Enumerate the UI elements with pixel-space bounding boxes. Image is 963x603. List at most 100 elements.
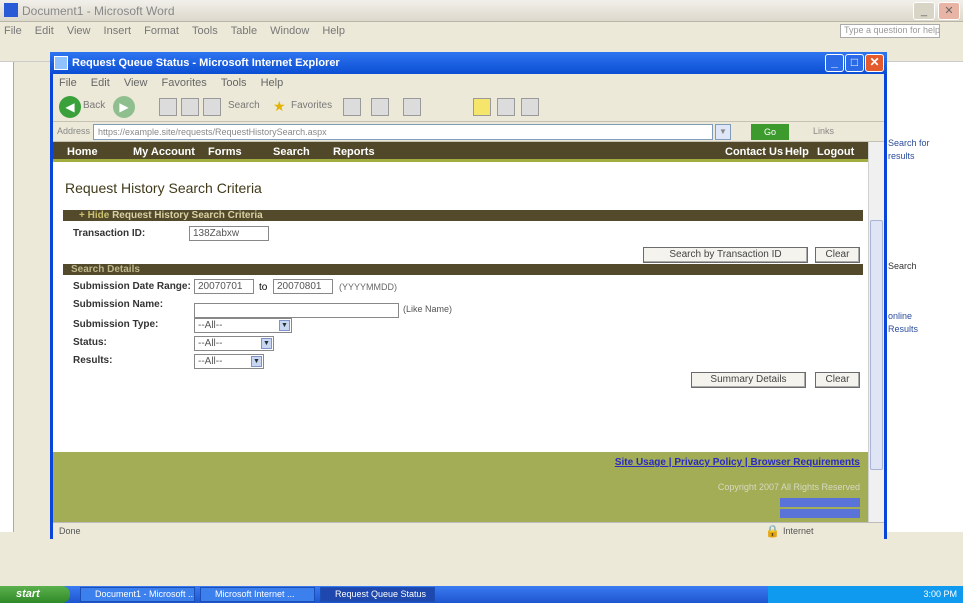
chevron-down-icon: ▼ [279, 320, 290, 331]
address-dropdown-icon[interactable]: ▼ [715, 124, 731, 140]
ie-toolbar: ◀ Back ▶ Search ★ Favorites [53, 92, 884, 122]
search-toolbar-button[interactable]: Search [228, 100, 260, 111]
outer-menu-file[interactable]: File [4, 25, 22, 37]
section-details-bar: Search Details [63, 264, 863, 275]
transaction-id-input[interactable]: 138Zabxw [189, 226, 269, 241]
back-label[interactable]: Back [83, 100, 105, 111]
outer-menu-format[interactable]: Format [144, 25, 179, 37]
ie-menu-view[interactable]: View [124, 77, 148, 89]
nav-my-account[interactable]: My Account [133, 146, 195, 158]
footer-links[interactable]: Site Usage | Privacy Policy | Browser Re… [615, 457, 860, 468]
outer-minimize-button[interactable]: _ [913, 2, 935, 20]
nav-home[interactable]: Home [67, 146, 98, 158]
status-text: Done [59, 526, 81, 536]
refresh-icon[interactable] [181, 98, 199, 116]
lock-icon: 🔒 [765, 524, 780, 538]
task-pane-item[interactable]: Search for [888, 138, 959, 148]
scrollbar-thumb[interactable] [870, 220, 883, 470]
nav-help[interactable]: Help [785, 146, 809, 158]
page-scrollbar[interactable] [868, 142, 884, 522]
task-pane-item[interactable]: Search [888, 261, 959, 271]
date-from-input[interactable]: 20070701 [194, 279, 254, 294]
task-pane-item[interactable]: Results [888, 324, 959, 334]
clear-details-button[interactable]: Clear [815, 372, 860, 388]
results-value: --All-- [198, 356, 223, 367]
clear-transaction-button[interactable]: Clear [815, 247, 860, 263]
chevron-down-icon: ▼ [261, 338, 272, 349]
favorites-toolbar-button[interactable]: Favorites [291, 100, 332, 111]
research-icon[interactable] [497, 98, 515, 116]
history-icon[interactable] [343, 98, 361, 116]
outer-menu-tools[interactable]: Tools [192, 25, 218, 37]
outer-menu-edit[interactable]: Edit [35, 25, 54, 37]
date-to-input[interactable]: 20070801 [273, 279, 333, 294]
section-criteria-bar: + Hide Request History Search Criteria [63, 210, 863, 221]
zone-text: Internet [783, 526, 814, 536]
vertical-ruler [0, 62, 14, 532]
stop-icon[interactable] [159, 98, 177, 116]
footer-copyright: Copyright 2007 All Rights Reserved [717, 482, 860, 492]
submission-name-label: Submission Name: [73, 299, 164, 310]
ie-close-button[interactable]: ✕ [865, 54, 884, 72]
footer-badge [780, 498, 860, 507]
ie-app-icon [54, 56, 68, 70]
results-select[interactable]: --All-- ▼ [194, 354, 264, 369]
date-format-hint: (YYYYMMDD) [339, 282, 397, 292]
ie-minimize-button[interactable]: _ [825, 54, 844, 72]
address-input[interactable]: https://example.site/requests/RequestHis… [93, 124, 713, 140]
nav-reports[interactable]: Reports [333, 146, 375, 158]
ie-menu-favorites[interactable]: Favorites [162, 77, 207, 89]
address-label: Address [57, 126, 91, 136]
like-name-hint: (Like Name) [403, 304, 453, 314]
print-icon[interactable] [403, 98, 421, 116]
system-tray: 3:00 PM [768, 586, 963, 603]
links-label[interactable]: Links [813, 126, 834, 136]
ie-maximize-button[interactable]: □ [845, 54, 864, 72]
go-button[interactable]: Go [751, 124, 789, 140]
nav-logout[interactable]: Logout [817, 146, 854, 158]
messenger-icon[interactable] [521, 98, 539, 116]
summary-details-button[interactable]: Summary Details [691, 372, 806, 388]
forward-arrow-icon[interactable]: ▶ [113, 96, 135, 118]
ie-menu-bar: File Edit View Favorites Tools Help [53, 74, 884, 92]
outer-title-bar: Document1 - Microsoft Word _ ✕ [0, 0, 963, 22]
ie-menu-help[interactable]: Help [261, 77, 284, 89]
back-arrow-icon[interactable]: ◀ [59, 96, 81, 118]
favorites-star-icon[interactable]: ★ [273, 98, 286, 115]
nav-contact-us[interactable]: Contact Us [725, 146, 783, 158]
submission-type-value: --All-- [198, 320, 223, 331]
mail-icon[interactable] [371, 98, 389, 116]
taskbar-item[interactable]: Document1 - Microsoft ... [80, 587, 195, 602]
ie-menu-tools[interactable]: Tools [221, 77, 247, 89]
outer-menu-window[interactable]: Window [270, 25, 309, 37]
results-label: Results: [73, 355, 113, 366]
hide-toggle[interactable]: + Hide [79, 210, 109, 221]
submission-date-label: Submission Date Range: [73, 281, 191, 292]
task-pane-item[interactable]: online [888, 311, 959, 321]
page-title: Request History Search Criteria [65, 180, 262, 196]
search-by-transaction-button[interactable]: Search by Transaction ID [643, 247, 808, 263]
word-app-icon [4, 3, 18, 17]
outer-menu-view[interactable]: View [67, 25, 91, 37]
ie-menu-edit[interactable]: Edit [91, 77, 110, 89]
outer-menu-help[interactable]: Help [322, 25, 345, 37]
submission-name-input[interactable] [194, 303, 399, 318]
outer-menu-insert[interactable]: Insert [104, 25, 132, 37]
status-value: --All-- [198, 338, 223, 349]
outer-menu-table[interactable]: Table [231, 25, 257, 37]
chevron-down-icon: ▼ [251, 356, 262, 367]
taskbar-item[interactable]: Microsoft Internet ... [200, 587, 315, 602]
status-select[interactable]: --All-- ▼ [194, 336, 274, 351]
home-icon[interactable] [203, 98, 221, 116]
submission-type-select[interactable]: --All-- ▼ [194, 318, 292, 333]
start-button[interactable]: start [0, 586, 70, 603]
taskbar-item-active[interactable]: Request Queue Status [320, 587, 435, 602]
task-pane-item[interactable]: results [888, 151, 959, 161]
ie-menu-file[interactable]: File [59, 77, 77, 89]
outer-help-input[interactable]: Type a question for help [840, 24, 940, 38]
nav-forms[interactable]: Forms [208, 146, 242, 158]
nav-search[interactable]: Search [273, 146, 310, 158]
outer-window-title: Document1 - Microsoft Word [22, 4, 175, 18]
outer-close-button[interactable]: ✕ [938, 2, 960, 20]
folder-icon[interactable] [473, 98, 491, 116]
